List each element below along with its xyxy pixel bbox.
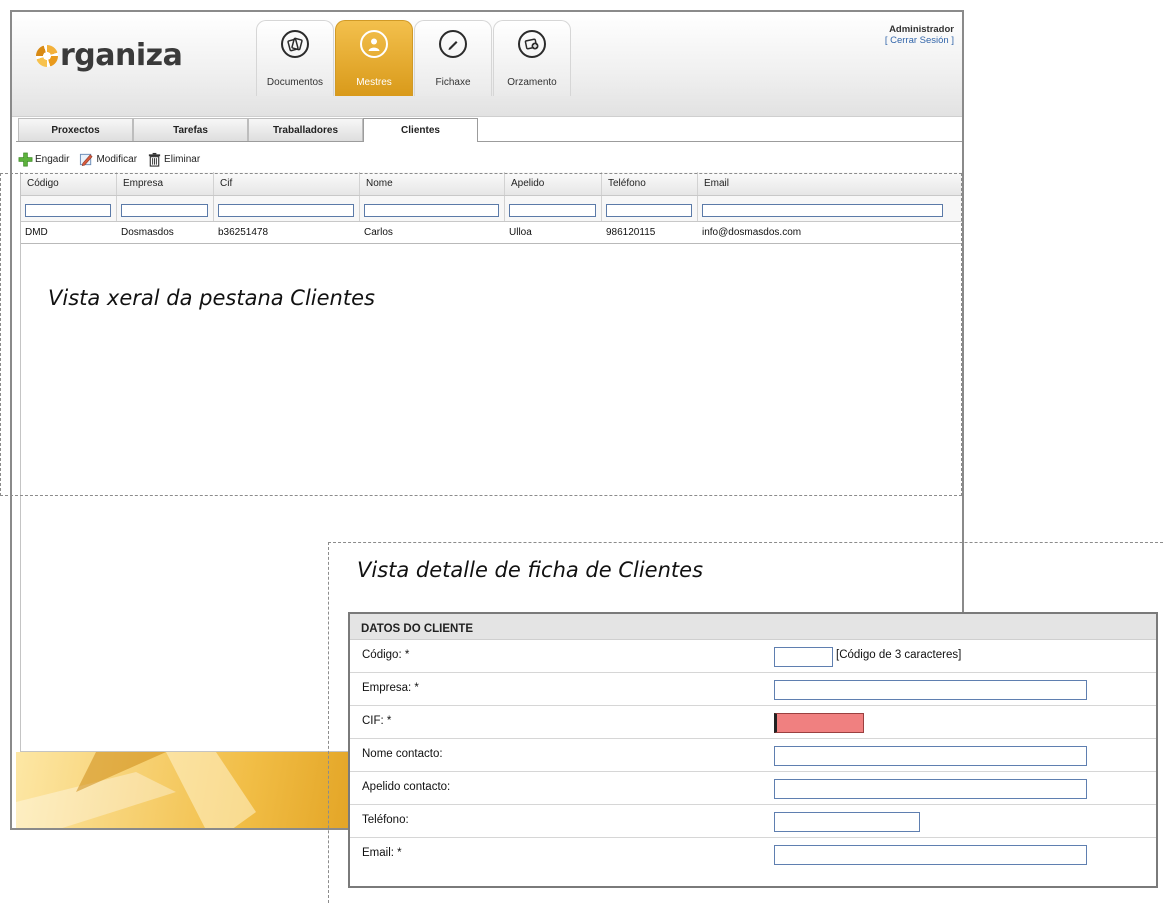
nav-label: Mestres bbox=[356, 77, 392, 88]
delete-button-label: Eliminar bbox=[164, 153, 201, 165]
form-row-codigo: Código: * [Código de 3 caracteres] bbox=[350, 640, 1156, 673]
nav-label: Fichaxe bbox=[435, 77, 471, 88]
subtab-bar: Proxectos Tarefas Traballadores Clientes bbox=[16, 118, 962, 142]
tab-traballadores[interactable]: Traballadores bbox=[248, 118, 363, 141]
detail-callout-left-line bbox=[328, 542, 329, 903]
nav-label: Documentos bbox=[266, 77, 324, 88]
tab-clientes[interactable]: Clientes bbox=[363, 118, 478, 142]
detail-callout-top-line bbox=[328, 542, 1163, 543]
plus-icon bbox=[18, 152, 33, 166]
field-label-empresa: Empresa: * bbox=[362, 682, 419, 694]
form-row-apelido-contacto: Apelido contacto: bbox=[350, 772, 1156, 805]
pencil-icon bbox=[439, 30, 467, 58]
app-logo: rganiza bbox=[36, 38, 183, 73]
email-input[interactable] bbox=[774, 845, 1087, 865]
delete-button[interactable]: Eliminar bbox=[147, 152, 200, 167]
field-label-email: Email: * bbox=[362, 847, 402, 859]
codigo-hint: [Código de 3 caracteres] bbox=[836, 649, 962, 661]
field-label-nome-contacto: Nome contacto: bbox=[362, 748, 443, 760]
form-row-empresa: Empresa: * bbox=[350, 673, 1156, 706]
add-button[interactable]: Engadir bbox=[18, 152, 69, 167]
form-row-email: Email: * bbox=[350, 838, 1156, 871]
field-label-apelido-contacto: Apelido contacto: bbox=[362, 781, 451, 793]
budget-icon bbox=[518, 30, 546, 58]
documents-icon bbox=[281, 30, 309, 58]
form-title: DATOS DO CLIENTE bbox=[350, 614, 1156, 640]
field-label-cif: CIF: * bbox=[362, 715, 392, 727]
edit-button-label: Modificar bbox=[96, 153, 138, 165]
codigo-input[interactable] bbox=[774, 647, 833, 667]
empresa-input[interactable] bbox=[774, 680, 1087, 700]
nome-contacto-input[interactable] bbox=[774, 746, 1087, 766]
user-icon bbox=[360, 30, 388, 58]
tab-proxectos[interactable]: Proxectos bbox=[18, 118, 133, 141]
list-view-caption: Vista xeral da pestana Clientes bbox=[48, 286, 375, 310]
tab-tarefas[interactable]: Tarefas bbox=[133, 118, 248, 141]
user-name: Administrador bbox=[889, 24, 954, 35]
edit-icon bbox=[80, 153, 93, 166]
logo-text: rganiza bbox=[60, 38, 183, 73]
edit-button[interactable]: Modificar bbox=[79, 152, 137, 167]
app-header: rganiza Documentos Mestres Fichaxe Orzam… bbox=[12, 12, 962, 117]
nav-tab-mestres[interactable]: Mestres bbox=[335, 20, 413, 96]
form-row-cif: CIF: * bbox=[350, 706, 1156, 739]
toolbar: Engadir Modificar Eliminar bbox=[12, 149, 210, 169]
client-detail-form: DATOS DO CLIENTE Código: * [Código de 3 … bbox=[348, 612, 1158, 888]
field-label-telefono: Teléfono: bbox=[362, 814, 409, 826]
add-button-label: Engadir bbox=[35, 153, 70, 165]
nav-label: Orzamento bbox=[507, 77, 557, 88]
trash-icon bbox=[148, 152, 161, 167]
nav-tab-orzamento[interactable]: Orzamento bbox=[493, 20, 571, 96]
cif-input[interactable] bbox=[774, 713, 864, 733]
nav-tab-fichaxe[interactable]: Fichaxe bbox=[414, 20, 492, 96]
logo-mark-icon bbox=[36, 45, 58, 67]
form-row-nome-contacto: Nome contacto: bbox=[350, 739, 1156, 772]
form-row-telefono: Teléfono: bbox=[350, 805, 1156, 838]
logout-link[interactable]: [ Cerrar Sesión ] bbox=[885, 35, 954, 46]
nav-tab-documentos[interactable]: Documentos bbox=[256, 20, 334, 96]
list-view-callout-frame bbox=[0, 173, 962, 496]
user-box: Administrador [ Cerrar Sesión ] bbox=[885, 24, 954, 46]
telefono-input[interactable] bbox=[774, 812, 920, 832]
field-label-codigo: Código: * bbox=[362, 649, 410, 661]
apelido-contacto-input[interactable] bbox=[774, 779, 1087, 799]
detail-view-caption: Vista detalle de ficha de Clientes bbox=[357, 558, 704, 582]
